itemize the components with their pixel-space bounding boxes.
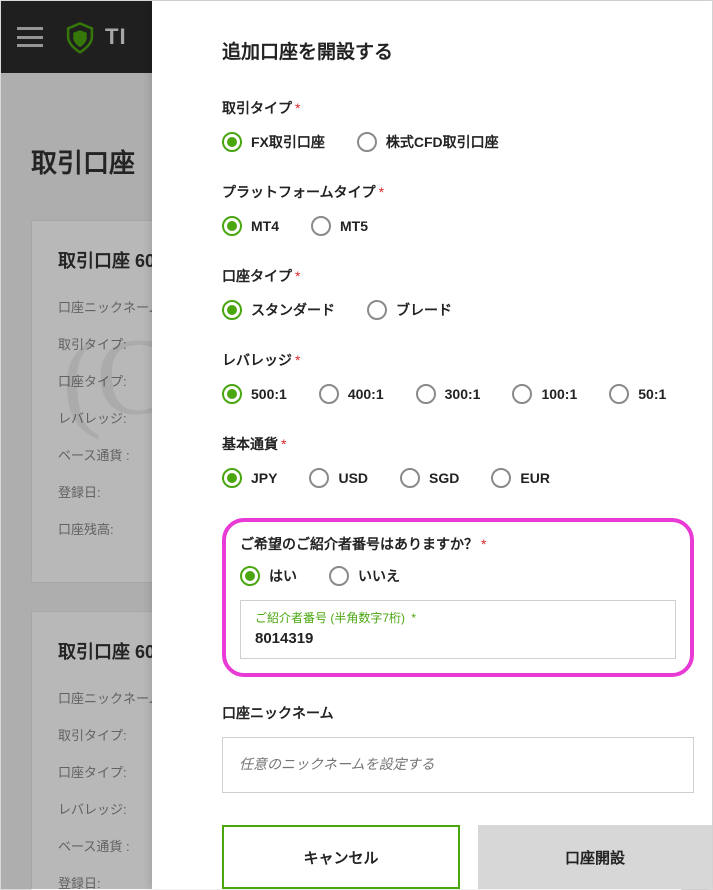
section-nickname: 口座ニックネーム	[222, 703, 694, 793]
section-leverage: レバレッジ* 500:1 400:1 300:1 100:1 50:1	[222, 350, 694, 404]
section-platform: プラットフォームタイプ* MT4 MT5	[222, 182, 694, 236]
radio-fx[interactable]: FX取引口座	[222, 132, 325, 152]
radio-icon	[240, 566, 260, 586]
radio-icon	[311, 216, 331, 236]
radio-label: 株式CFD取引口座	[386, 132, 499, 152]
radio-icon	[222, 384, 242, 404]
radio-icon	[329, 566, 349, 586]
radio-lev-300[interactable]: 300:1	[416, 384, 481, 404]
radio-mt4[interactable]: MT4	[222, 216, 279, 236]
radio-icon	[222, 468, 242, 488]
radio-icon	[609, 384, 629, 404]
label-referrer: ご希望のご紹介者番号はありますか？	[240, 536, 478, 552]
cancel-button[interactable]: キャンセル	[222, 825, 460, 889]
radio-label: SGD	[429, 470, 459, 486]
radio-label: FX取引口座	[251, 132, 325, 152]
radio-label: USD	[338, 470, 368, 486]
radio-label: 400:1	[348, 386, 384, 402]
label-platform: プラットフォームタイプ	[222, 184, 376, 200]
label-nickname: 口座ニックネーム	[222, 705, 334, 721]
radio-label: 500:1	[251, 386, 287, 402]
nickname-field[interactable]	[222, 737, 694, 793]
radio-label: EUR	[520, 470, 550, 486]
radio-icon	[222, 216, 242, 236]
referrer-number-field[interactable]: ご紹介者番号 (半角数字7桁) *	[240, 600, 676, 659]
modal-footer: キャンセル 口座開設	[152, 825, 712, 889]
radio-mt5[interactable]: MT5	[311, 216, 368, 236]
section-base-currency: 基本通貨* JPY USD SGD EUR	[222, 434, 694, 488]
required-mark: *	[379, 184, 384, 200]
radio-ccy-sgd[interactable]: SGD	[400, 468, 459, 488]
section-account-type: 口座タイプ* スタンダード ブレード	[222, 266, 694, 320]
radio-label: 100:1	[541, 386, 577, 402]
create-account-modal: 追加口座を開設する 取引タイプ* FX取引口座 株式CFD取引口座 プラットフォ…	[152, 1, 712, 889]
radio-icon	[319, 384, 339, 404]
required-mark: *	[295, 352, 300, 368]
nickname-input[interactable]	[239, 756, 677, 772]
radio-label: MT4	[251, 218, 279, 234]
radio-cfd[interactable]: 株式CFD取引口座	[357, 132, 499, 152]
submit-button[interactable]: 口座開設	[478, 825, 712, 889]
label-base-currency: 基本通貨	[222, 436, 278, 452]
radio-icon	[222, 300, 242, 320]
referrer-number-input[interactable]	[255, 630, 661, 647]
radio-lev-100[interactable]: 100:1	[512, 384, 577, 404]
required-mark: *	[281, 436, 286, 452]
radio-label: 300:1	[445, 386, 481, 402]
radio-referrer-no[interactable]: いいえ	[329, 566, 400, 586]
radio-blade[interactable]: ブレード	[367, 300, 452, 320]
required-mark: *	[408, 611, 416, 625]
referrer-highlight: ご希望のご紹介者番号はありますか？* はい いいえ ご紹介者番号 (半角数字7桁…	[222, 518, 694, 677]
referrer-field-label: ご紹介者番号 (半角数字7桁)	[255, 611, 405, 625]
radio-icon	[222, 132, 242, 152]
radio-icon	[357, 132, 377, 152]
radio-label: はい	[269, 566, 297, 586]
radio-ccy-usd[interactable]: USD	[309, 468, 368, 488]
radio-label: MT5	[340, 218, 368, 234]
section-trade-type: 取引タイプ* FX取引口座 株式CFD取引口座	[222, 98, 694, 152]
radio-lev-400[interactable]: 400:1	[319, 384, 384, 404]
radio-label: いいえ	[358, 566, 400, 586]
radio-ccy-jpy[interactable]: JPY	[222, 468, 277, 488]
modal-title: 追加口座を開設する	[222, 37, 694, 64]
radio-ccy-eur[interactable]: EUR	[491, 468, 550, 488]
label-leverage: レバレッジ	[222, 352, 292, 368]
radio-referrer-yes[interactable]: はい	[240, 566, 297, 586]
radio-icon	[512, 384, 532, 404]
radio-label: JPY	[251, 470, 277, 486]
radio-icon	[309, 468, 329, 488]
radio-lev-50[interactable]: 50:1	[609, 384, 666, 404]
required-mark: *	[295, 100, 300, 116]
radio-label: ブレード	[396, 300, 452, 320]
required-mark: *	[295, 268, 300, 284]
radio-label: スタンダード	[251, 300, 335, 320]
label-account-type: 口座タイプ	[222, 268, 292, 284]
radio-icon	[400, 468, 420, 488]
radio-label: 50:1	[638, 386, 666, 402]
radio-icon	[491, 468, 511, 488]
radio-lev-500[interactable]: 500:1	[222, 384, 287, 404]
label-trade-type: 取引タイプ	[222, 100, 292, 116]
radio-icon	[367, 300, 387, 320]
required-mark: *	[481, 536, 486, 552]
radio-standard[interactable]: スタンダード	[222, 300, 335, 320]
radio-icon	[416, 384, 436, 404]
